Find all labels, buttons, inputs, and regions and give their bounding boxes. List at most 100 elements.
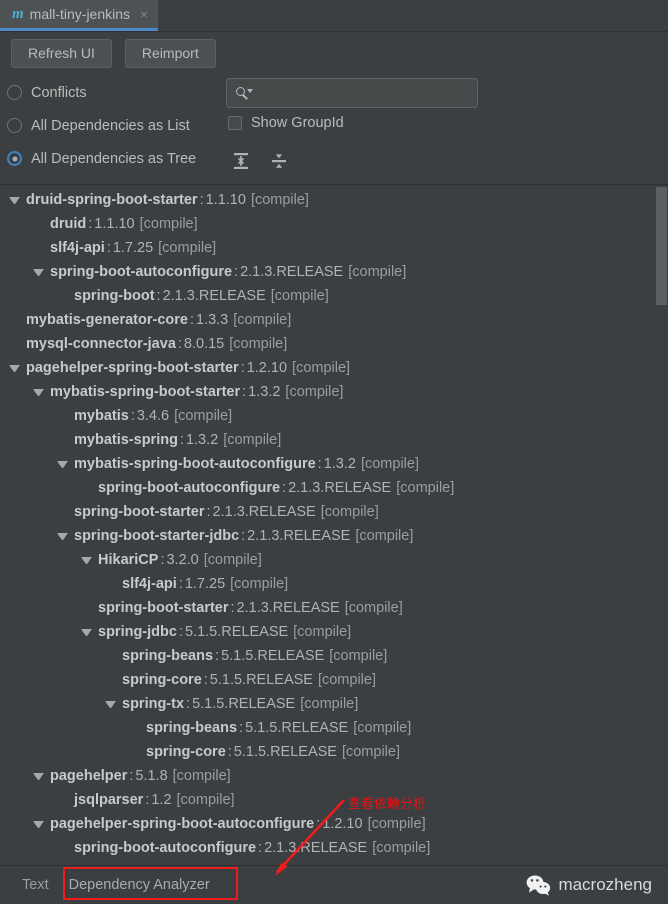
- artifact-version: 1.3.2: [185, 432, 219, 448]
- tree-row[interactable]: spring-core : 5.1.5.RELEASE [compile]: [0, 740, 668, 764]
- reimport-button[interactable]: Reimport: [124, 39, 216, 68]
- artifact-version: 1.7.25: [112, 240, 154, 256]
- artifact-scope: [compile]: [293, 624, 352, 640]
- separator: :: [227, 744, 232, 760]
- separator: :: [240, 360, 245, 376]
- scrollbar-thumb[interactable]: [656, 187, 667, 305]
- tree-row[interactable]: spring-tx : 5.1.5.RELEASE [compile]: [0, 692, 668, 716]
- expand-triangle-icon[interactable]: [33, 388, 44, 396]
- tree-row[interactable]: HikariCP : 3.2.0 [compile]: [0, 548, 668, 572]
- dependency-tree[interactable]: druid-spring-boot-starter : 1.1.10 [compi…: [0, 185, 668, 865]
- checkbox-show-groupid-indicator[interactable]: [228, 116, 242, 130]
- expand-triangle-icon[interactable]: [33, 268, 44, 276]
- options-panel: Conflicts All Dependencies as List All D…: [0, 74, 668, 181]
- artifact-scope: [compile]: [139, 216, 198, 232]
- artifact-scope: [compile]: [396, 480, 455, 496]
- artifact-scope: [compile]: [360, 456, 419, 472]
- tree-row[interactable]: mysql-connector-java : 8.0.15 [compile]: [0, 332, 668, 356]
- separator: :: [186, 696, 191, 712]
- expand-triangle-icon[interactable]: [57, 460, 68, 468]
- close-icon[interactable]: ×: [140, 7, 148, 21]
- tree-row[interactable]: jsqlparser : 1.2 [compile]: [0, 788, 668, 812]
- artifact-scope: [compile]: [372, 840, 431, 856]
- separator: :: [317, 456, 322, 472]
- expand-triangle-icon[interactable]: [33, 772, 44, 780]
- tree-row[interactable]: spring-beans : 5.1.5.RELEASE [compile]: [0, 644, 668, 668]
- artifact-version: 1.3.2: [323, 456, 356, 472]
- artifact-version: 5.1.5.RELEASE: [233, 744, 337, 760]
- expand-triangle-icon[interactable]: [81, 628, 92, 636]
- expand-triangle-icon[interactable]: [105, 700, 116, 708]
- radio-tree-indicator[interactable]: [7, 151, 22, 166]
- separator: :: [199, 192, 204, 208]
- artifact-version: 5.1.5.RELEASE: [245, 720, 349, 736]
- expand-triangle-icon[interactable]: [9, 364, 20, 372]
- expand-all-icon[interactable]: [230, 150, 252, 172]
- tree-row[interactable]: slf4j-api : 1.7.25 [compile]: [0, 572, 668, 596]
- tree-row[interactable]: spring-boot-starter : 2.1.3.RELEASE [comp…: [0, 596, 668, 620]
- toolbar: Refresh UI Reimport: [0, 32, 668, 74]
- separator: :: [239, 720, 244, 736]
- chevron-down-icon: [247, 88, 253, 93]
- artifact-scope: [compile]: [233, 312, 292, 328]
- tab-title: mall-tiny-jenkins: [29, 6, 131, 22]
- radio-all-dependencies-as-tree[interactable]: All Dependencies as Tree: [0, 142, 668, 175]
- tree-row[interactable]: spring-boot-autoconfigure : 2.1.3.RELEAS…: [0, 836, 668, 860]
- separator: :: [316, 816, 321, 832]
- expand-triangle-icon[interactable]: [33, 820, 44, 828]
- artifact-scope: [compile]: [250, 192, 309, 208]
- refresh-ui-button[interactable]: Refresh UI: [11, 39, 112, 68]
- collapse-all-icon[interactable]: [268, 150, 290, 172]
- search-input[interactable]: [226, 78, 478, 108]
- artifact-scope: [compile]: [285, 384, 344, 400]
- artifact-version: 5.1.5.RELEASE: [209, 672, 313, 688]
- artifact-version: 2.1.3.RELEASE: [236, 600, 340, 616]
- tree-row[interactable]: spring-boot-autoconfigure : 2.1.3.RELEAS…: [0, 476, 668, 500]
- maven-projects-dependency-panel: m mall-tiny-jenkins × Refresh UI Reimpor…: [0, 0, 668, 904]
- artifact-scope: [compile]: [353, 720, 412, 736]
- artifact-name: spring-boot-autoconfigure: [50, 264, 233, 280]
- expand-triangle-icon[interactable]: [9, 196, 20, 204]
- artifact-version: 1.3.2: [248, 384, 281, 400]
- tree-row[interactable]: pagehelper-spring-boot-autoconfigure : 1…: [0, 812, 668, 836]
- artifact-scope: [compile]: [223, 432, 282, 448]
- tree-row[interactable]: druid : 1.1.10 [compile]: [0, 212, 668, 236]
- tree-row[interactable]: druid-spring-boot-starter : 1.1.10 [compi…: [0, 188, 668, 212]
- tree-row[interactable]: pagehelper : 5.1.8 [compile]: [0, 764, 668, 788]
- tab-text[interactable]: Text: [12, 871, 59, 899]
- separator: :: [160, 552, 165, 568]
- tree-row[interactable]: spring-boot-autoconfigure : 2.1.3.RELEAS…: [0, 260, 668, 284]
- tree-row[interactable]: spring-beans : 5.1.5.RELEASE [compile]: [0, 716, 668, 740]
- radio-conflicts-indicator[interactable]: [7, 85, 22, 100]
- tree-row[interactable]: spring-boot : 2.1.3.RELEASE [compile]: [0, 284, 668, 308]
- artifact-scope: [compile]: [320, 504, 379, 520]
- tree-row[interactable]: spring-boot-starter-jdbc : 2.1.3.RELEASE…: [0, 524, 668, 548]
- separator: :: [178, 624, 183, 640]
- checkbox-show-groupid[interactable]: Show GroupId: [228, 115, 344, 131]
- tree-row[interactable]: spring-boot-starter : 2.1.3.RELEASE [comp…: [0, 500, 668, 524]
- wechat-icon: [527, 875, 551, 896]
- radio-list-indicator[interactable]: [7, 118, 22, 133]
- expand-triangle-icon[interactable]: [81, 556, 92, 564]
- tree-row[interactable]: mybatis-generator-core : 1.3.3 [compile]: [0, 308, 668, 332]
- separator: :: [215, 648, 220, 664]
- artifact-version: 5.1.5.RELEASE: [192, 696, 296, 712]
- tree-row[interactable]: mybatis : 3.4.6 [compile]: [0, 404, 668, 428]
- tree-row[interactable]: spring-jdbc : 5.1.5.RELEASE [compile]: [0, 620, 668, 644]
- artifact-name: mybatis-spring-boot-autoconfigure: [74, 456, 316, 472]
- tree-row[interactable]: spring-core : 5.1.5.RELEASE [compile]: [0, 668, 668, 692]
- tab-dependency-analyzer[interactable]: Dependency Analyzer: [59, 871, 220, 899]
- tree-row[interactable]: mybatis-spring : 1.3.2 [compile]: [0, 428, 668, 452]
- tree-row[interactable]: mybatis-spring-boot-autoconfigure : 1.3.…: [0, 452, 668, 476]
- artifact-name: jsqlparser: [74, 792, 144, 808]
- artifact-name: slf4j-api: [122, 576, 177, 592]
- tab-mall-tiny-jenkins[interactable]: m mall-tiny-jenkins ×: [0, 0, 159, 31]
- tree-row[interactable]: pagehelper-spring-boot-starter : 1.2.10[…: [0, 356, 668, 380]
- separator: :: [203, 672, 208, 688]
- artifact-scope: [compile]: [292, 360, 351, 376]
- tree-actions: [230, 150, 290, 172]
- separator: :: [206, 504, 211, 520]
- tree-row[interactable]: slf4j-api : 1.7.25 [compile]: [0, 236, 668, 260]
- tree-row[interactable]: mybatis-spring-boot-starter : 1.3.2 [comp…: [0, 380, 668, 404]
- expand-triangle-icon[interactable]: [57, 532, 68, 540]
